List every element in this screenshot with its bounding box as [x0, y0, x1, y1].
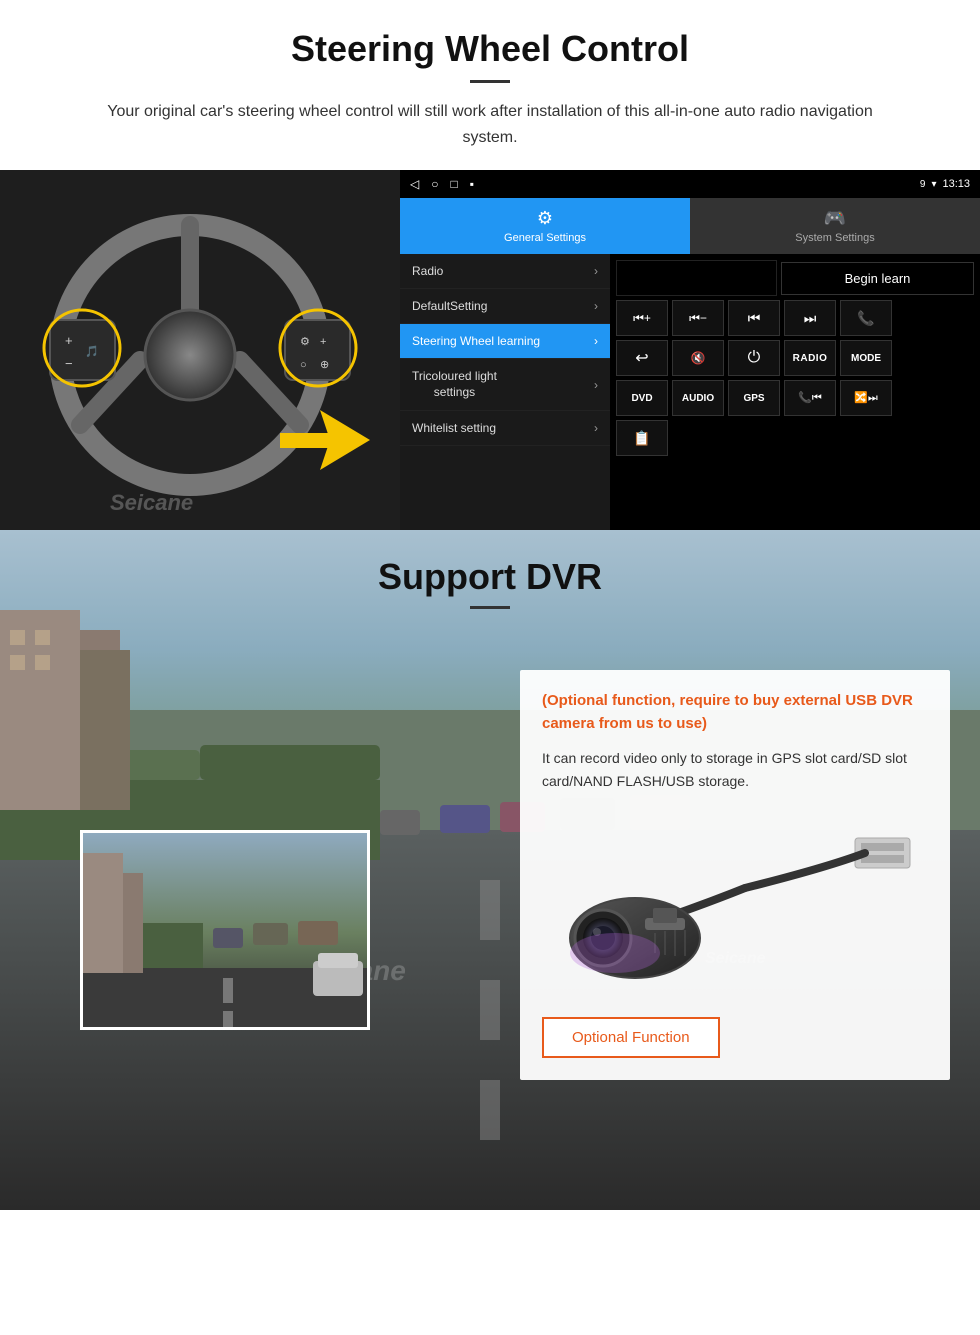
camera-device-area: Seicane — [542, 808, 928, 993]
dvd-btn[interactable]: DVD — [616, 380, 668, 416]
menu-default-arrow: › — [594, 299, 598, 313]
gps-btn[interactable]: GPS — [728, 380, 780, 416]
gear-icon: ⚙ — [537, 208, 553, 229]
phone-btn[interactable]: 📞 — [840, 300, 892, 336]
svg-text:Seicane: Seicane — [110, 490, 193, 515]
vol-down-btn[interactable]: ⏮− — [672, 300, 724, 336]
android-content: Radio › DefaultSetting › Steering Wheel … — [400, 254, 980, 530]
menu-tricolour-arrow: › — [594, 378, 598, 392]
begin-learn-row: Begin learn — [616, 260, 974, 296]
control-row-2: ↩ 🔇 ⏻ RADIO MODE — [616, 340, 974, 376]
control-row-4: 📋 — [616, 420, 974, 456]
shuffle-btn[interactable]: 🔀⏭ — [840, 380, 892, 416]
menu-panel: Radio › DefaultSetting › Steering Wheel … — [400, 254, 610, 530]
menu-item-whitelist[interactable]: Whitelist setting › — [400, 411, 610, 446]
control-panel: Begin learn ⏮+ ⏮− ⏮ ⏭ 📞 ↩ 🔇 ⏻ RADIO MODE — [610, 254, 980, 530]
tab-system-label: System Settings — [795, 232, 874, 244]
radio-btn[interactable]: RADIO — [784, 340, 836, 376]
power-btn[interactable]: ⏻ — [728, 340, 780, 376]
subtitle-text: Your original car's steering wheel contr… — [80, 99, 900, 150]
doc-btn[interactable]: 📋 — [616, 420, 668, 456]
svg-text:🎵: 🎵 — [85, 345, 99, 358]
menu-steering-arrow: › — [594, 334, 598, 348]
page-title: Steering Wheel Control — [60, 28, 920, 70]
menu-steering-label: Steering Wheel learning — [412, 334, 540, 348]
dvr-title-area: Support DVR — [0, 530, 980, 619]
nav-icons: ◁ ○ □ ▪ — [410, 177, 474, 191]
status-icons: 9 ▾ 13:13 — [920, 178, 970, 190]
dvr-divider — [470, 606, 510, 609]
dvr-description: It can record video only to storage in G… — [542, 747, 928, 792]
svg-text:+: + — [320, 336, 326, 348]
svg-text:⚙: ⚙ — [300, 336, 310, 348]
control-row-1: ⏮+ ⏮− ⏮ ⏭ 📞 — [616, 300, 974, 336]
begin-learn-button[interactable]: Begin learn — [781, 262, 974, 295]
android-tabs: ⚙ General Settings 🎮 System Settings — [400, 198, 980, 254]
empty-cell — [616, 260, 777, 296]
back-icon[interactable]: ◁ — [410, 177, 419, 191]
menu-whitelist-arrow: › — [594, 421, 598, 435]
svg-text:−: − — [65, 356, 73, 371]
steering-image: + − 🎵 ⚙ + ○ ⊕ Seicane — [0, 170, 400, 530]
steering-block: + − 🎵 ⚙ + ○ ⊕ Seicane ◁ ○ □ ▪ — [0, 170, 980, 530]
mute-btn[interactable]: 🔇 — [672, 340, 724, 376]
next-btn[interactable]: ⏭ — [784, 300, 836, 336]
menu-default-label: DefaultSetting — [412, 299, 487, 313]
menu-item-default[interactable]: DefaultSetting › — [400, 289, 610, 324]
audio-btn[interactable]: AUDIO — [672, 380, 724, 416]
menu-item-steering[interactable]: Steering Wheel learning › — [400, 324, 610, 359]
svg-text:○: ○ — [300, 359, 307, 371]
tab-general[interactable]: ⚙ General Settings — [400, 198, 690, 254]
menu-item-radio[interactable]: Radio › — [400, 254, 610, 289]
tab-system[interactable]: 🎮 System Settings — [690, 198, 980, 254]
home-icon[interactable]: ○ — [431, 177, 438, 191]
dvr-section: Seicane Support DVR — [0, 530, 980, 1210]
tab-general-label: General Settings — [504, 232, 586, 244]
menu-radio-label: Radio — [412, 264, 443, 278]
control-row-3: DVD AUDIO GPS 📞⏮ 🔀⏭ — [616, 380, 974, 416]
menu-tricolour-label: Tricoloured lightsettings — [412, 369, 497, 400]
optional-text: (Optional function, require to buy exter… — [542, 690, 928, 735]
time-display: 13:13 — [942, 178, 970, 190]
vol-up-btn[interactable]: ⏮+ — [616, 300, 668, 336]
dvr-info-card: (Optional function, require to buy exter… — [520, 670, 950, 1080]
hangup-btn[interactable]: ↩ — [616, 340, 668, 376]
signal-icon: 9 — [920, 179, 926, 190]
svg-text:+: + — [65, 333, 73, 348]
dvr-thumbnail — [80, 830, 370, 1030]
header-section: Steering Wheel Control Your original car… — [0, 0, 980, 170]
wifi-icon: ▾ — [931, 179, 936, 190]
system-icon: 🎮 — [824, 208, 846, 229]
optional-function-button[interactable]: Optional Function — [542, 1017, 720, 1058]
menu-item-tricolour[interactable]: Tricoloured lightsettings › — [400, 359, 610, 411]
recent-icon[interactable]: □ — [450, 177, 457, 191]
menu-icon[interactable]: ▪ — [470, 177, 474, 191]
mode-btn[interactable]: MODE — [840, 340, 892, 376]
svg-text:⊕: ⊕ — [320, 359, 329, 371]
menu-radio-arrow: › — [594, 264, 598, 278]
menu-whitelist-label: Whitelist setting — [412, 421, 496, 435]
svg-text:Seicane: Seicane — [705, 950, 766, 967]
phone-prev-btn[interactable]: 📞⏮ — [784, 380, 836, 416]
dvr-title: Support DVR — [0, 556, 980, 598]
prev-btn[interactable]: ⏮ — [728, 300, 780, 336]
title-divider — [470, 80, 510, 83]
android-panel: ◁ ○ □ ▪ 9 ▾ 13:13 ⚙ General Settings 🎮 S… — [400, 170, 980, 530]
status-bar: ◁ ○ □ ▪ 9 ▾ 13:13 — [400, 170, 980, 198]
